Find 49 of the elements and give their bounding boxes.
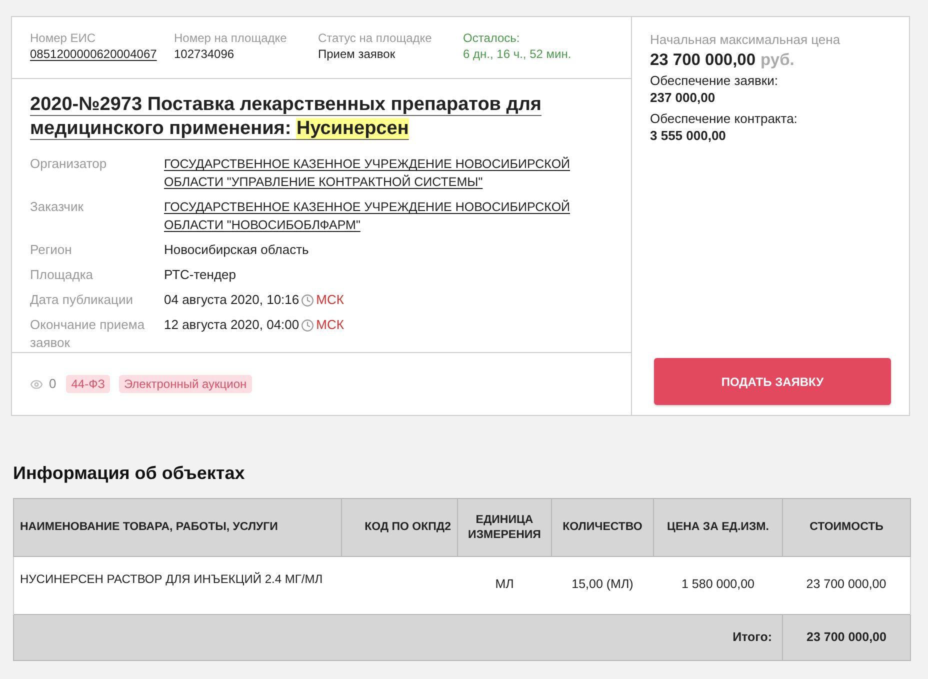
- detail-label: Площадка: [30, 266, 94, 284]
- date-time: 04 августа 2020, 10:16: [164, 291, 300, 309]
- field-value: 102734096: [174, 46, 234, 62]
- apply-button[interactable]: ПОДАТЬ ЗАЯВКУ: [654, 358, 891, 405]
- date-time: 12 августа 2020, 04:00: [164, 316, 300, 334]
- column-header: СТОИМОСТЬ: [782, 498, 910, 556]
- column-header: НАИМЕНОВАНИЕ ТОВАРА, РАБОТЫ, УСЛУГИ: [14, 498, 342, 556]
- time-remaining: 6 дн., 16 ч., 52 мин.: [463, 46, 572, 62]
- detail-value: Новосибирская область: [164, 241, 310, 259]
- currency-unit: руб.: [760, 50, 794, 71]
- tender-title-link[interactable]: 2020-№2973 Поставка лекарственных препаратов для медицинского применения: Нусинерсен: [30, 93, 613, 141]
- detail-label: Регион: [30, 241, 73, 259]
- field-value: Прием заявок: [318, 46, 396, 62]
- total-value: 23 700 000,00: [782, 614, 910, 660]
- organization-link[interactable]: ГОСУДАРСТВЕННОЕ КАЗЕННОЕ УЧРЕЖДЕНИЕ НОВОСИБИРСКОЙ ОБЛАСТИ "НОВОСИБОБЛФАРМ": [164, 198, 613, 234]
- field-label: Осталось:: [463, 30, 520, 46]
- column-header: ЕДИНИЦА ИЗМЕРЕНИЯ: [458, 498, 552, 556]
- tag: Электронный аукцион: [118, 375, 252, 393]
- clock-icon: [301, 318, 314, 332]
- table-cell: 1 580 000,00: [654, 556, 782, 614]
- views-count: 0: [49, 375, 56, 394]
- security-amount: 3 555 000,00: [650, 127, 726, 144]
- field-label: Статус на площадке: [318, 30, 432, 46]
- price-amount: 23 700 000,00: [650, 50, 756, 71]
- detail-label: Дата публикации: [30, 291, 134, 309]
- detail-label: Заказчик: [30, 198, 84, 216]
- section-heading: Информация об объектах: [13, 462, 245, 484]
- organization-link[interactable]: ГОСУДАРСТВЕННОЕ КАЗЕННОЕ УЧРЕЖДЕНИЕ НОВОСИБИРСКОЙ ОБЛАСТИ "УПРАВЛЕНИЕ КОНТРАКТНОЙ СИСТЕМЫ": [164, 155, 613, 191]
- clock-icon: [301, 294, 314, 306]
- column-header: ЦЕНА ЗА ЕД.ИЗМ.: [654, 498, 782, 556]
- timezone: МСК: [316, 291, 344, 309]
- views-icon: [30, 378, 43, 390]
- field-label: Номер ЕИС: [30, 30, 96, 46]
- security-label: Обеспечение контракта:: [650, 110, 798, 127]
- total-label: Итого:: [14, 614, 782, 660]
- registry-number-link[interactable]: 0851200000620004067: [30, 46, 157, 62]
- field-label: Номер на площадке: [174, 30, 287, 46]
- price-label: Начальная максимальная цена: [650, 31, 840, 48]
- table-cell: 15,00 (МЛ): [552, 556, 654, 614]
- detail-label: Организатор: [30, 155, 108, 173]
- table-cell: МЛ: [458, 556, 552, 614]
- timezone: МСК: [316, 316, 344, 334]
- column-header: КОЛИЧЕСТВО: [552, 498, 654, 556]
- column-header: КОД ПО ОКПД2: [342, 498, 458, 556]
- detail-value: РТС-тендер: [164, 266, 238, 284]
- tag: 44-ФЗ: [66, 375, 110, 393]
- detail-label: Окончание приема заявок: [30, 316, 146, 352]
- security-amount: 237 000,00: [650, 89, 716, 106]
- security-label: Обеспечение заявки:: [650, 72, 778, 89]
